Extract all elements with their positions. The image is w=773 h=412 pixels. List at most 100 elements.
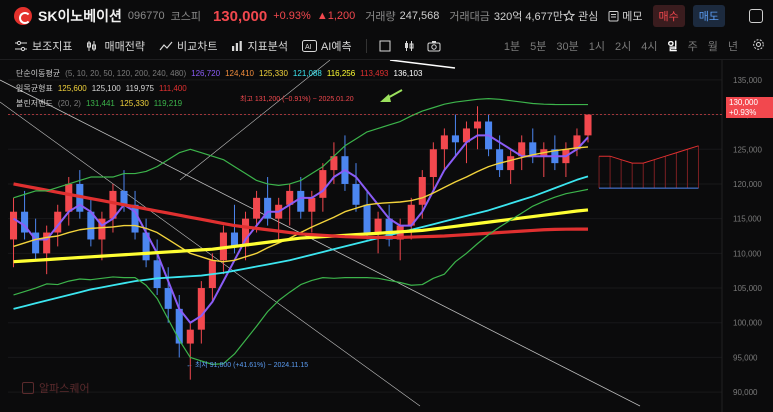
watermark: 알파스퀘어 bbox=[22, 380, 90, 396]
high-annotation: 최고 131,200 (−0.91%) − 2025.01.20 bbox=[240, 94, 354, 103]
y-tick-label: 100,000 bbox=[733, 319, 762, 328]
camera-icon bbox=[427, 40, 441, 51]
period-week[interactable]: 주 bbox=[688, 38, 698, 54]
legend-bollinger[interactable]: 볼린저밴드 (20, 2) 131,441 125,330 119,219 bbox=[16, 98, 192, 109]
legend-ma[interactable]: 단순이동평균 (5, 10, 20, 50, 120, 200, 240, 480… bbox=[16, 68, 432, 79]
arrow-head-icon bbox=[380, 94, 391, 102]
memo-label: 메모 bbox=[622, 11, 643, 23]
candle-body bbox=[308, 197, 316, 212]
ai-forecast-button[interactable]: AI AI예측 bbox=[301, 38, 352, 54]
legend-ma-value-6: 136,103 bbox=[393, 69, 423, 78]
legend-bollinger-label: 볼린저밴드 bbox=[16, 99, 53, 108]
turnover-value: 320억 4,677만 bbox=[493, 11, 564, 23]
chart-toolbar: 보조지표 매매전략 비교차트 지표분석 AI AI예측 1분 5분 30분 1시… bbox=[0, 32, 773, 60]
square-icon bbox=[379, 40, 391, 51]
y-tick-label: 90,000 bbox=[733, 388, 758, 397]
screenshot-button[interactable] bbox=[427, 40, 441, 52]
legend-ma-value-2: 125,330 bbox=[259, 69, 288, 78]
period-day[interactable]: 일 bbox=[668, 38, 678, 54]
current-price: 130,000 bbox=[212, 7, 268, 25]
compare-label: 비교차트 bbox=[176, 40, 218, 53]
legend-ma-params: (5, 10, 20, 50, 120, 200, 240, 480) bbox=[65, 69, 187, 78]
ma480-line bbox=[389, 59, 456, 69]
legend-ichimoku-value-2: 119,975 bbox=[125, 84, 154, 93]
legend-bollinger-value-2: 119,219 bbox=[153, 99, 183, 108]
ai-forecast-label: AI예측 bbox=[320, 40, 352, 53]
legend-ma-label: 단순이동평균 bbox=[16, 69, 61, 78]
stock-code: 096770 bbox=[127, 10, 165, 22]
trendline-lower-2 bbox=[0, 101, 421, 407]
last-price-tag: 130,000 +0.93% bbox=[726, 97, 773, 118]
memo-button[interactable]: 메모 bbox=[608, 8, 643, 24]
stock-name[interactable]: SK이노베이션 bbox=[38, 6, 122, 26]
candle-body bbox=[9, 211, 18, 240]
low-annotation: ← 최저 91,800 (+41.61%) − 2024.11.15 bbox=[186, 360, 308, 369]
candle-body bbox=[451, 135, 459, 143]
y-tick-label: 105,000 bbox=[733, 284, 762, 293]
period-1h[interactable]: 1시 bbox=[589, 38, 605, 54]
legend-ma-value-5: 113,493 bbox=[360, 69, 389, 78]
sidebar-toggle-icon[interactable] bbox=[749, 9, 763, 23]
legend-ichimoku-value-1: 125,100 bbox=[91, 84, 121, 93]
period-2h[interactable]: 2시 bbox=[615, 38, 631, 54]
star-icon bbox=[563, 10, 575, 22]
y-tick-label: 95,000 bbox=[733, 353, 758, 362]
candle-body bbox=[507, 156, 515, 171]
period-selector: 1분 5분 30분 1시 2시 4시 일 주 월 년 bbox=[494, 32, 765, 60]
chart-type-button[interactable] bbox=[379, 40, 391, 52]
strategy-button[interactable]: 매매전략 bbox=[86, 38, 145, 54]
buy-button[interactable]: 매수 bbox=[652, 5, 685, 27]
period-month[interactable]: 월 bbox=[708, 38, 718, 54]
legend-ichimoku-value-0: 125,600 bbox=[57, 84, 87, 93]
memo-icon bbox=[608, 11, 619, 22]
candlestick-icon bbox=[404, 40, 414, 51]
last-price-value: 130,000 bbox=[729, 98, 758, 107]
candle-body bbox=[197, 288, 205, 330]
indicators-label: 보조지표 bbox=[32, 40, 73, 53]
chart-settings-button[interactable] bbox=[752, 38, 765, 54]
analysis-button[interactable]: 지표분석 bbox=[231, 38, 288, 54]
legend-ichimoku[interactable]: 일목균형표 125,600 125,100 119,975 111,400 bbox=[16, 83, 197, 94]
watermark-text: 알파스퀘어 bbox=[39, 383, 90, 395]
legend-ma-value-0: 126,720 bbox=[191, 69, 221, 78]
gear-icon bbox=[753, 39, 764, 50]
change-percent: +0.93% bbox=[273, 10, 311, 22]
change-amount: ▲1,200 bbox=[316, 10, 356, 22]
strategy-icon bbox=[87, 40, 97, 51]
candle-body bbox=[374, 218, 382, 233]
candle-body bbox=[363, 204, 371, 233]
legend-ichimoku-value-3: 111,400 bbox=[158, 84, 187, 93]
candle-body bbox=[175, 308, 183, 344]
indicators-button[interactable]: 보조지표 bbox=[14, 38, 72, 54]
period-5m[interactable]: 5분 bbox=[530, 38, 546, 54]
period-1m[interactable]: 1분 bbox=[504, 38, 520, 54]
watermark-logo-icon bbox=[22, 382, 34, 394]
candle-body bbox=[352, 183, 360, 205]
watchlist-button[interactable]: 관심 bbox=[563, 8, 598, 24]
candle-body bbox=[429, 149, 437, 178]
chart-canvas[interactable]: 90,000 95,000 100,000 105,000 110,000 115,000… bbox=[0, 59, 773, 412]
period-4h[interactable]: 4시 bbox=[641, 38, 657, 54]
indicators-icon bbox=[15, 40, 27, 51]
market-name: 코스피 bbox=[170, 11, 201, 23]
y-tick-label: 125,000 bbox=[733, 145, 762, 154]
analysis-icon bbox=[232, 40, 243, 51]
ichimoku-span-a bbox=[599, 145, 699, 164]
legend-ichimoku-label: 일목균형표 bbox=[16, 84, 53, 93]
price-chart[interactable]: 90,000 95,000 100,000 105,000 110,000 115,000… bbox=[0, 59, 773, 412]
period-year[interactable]: 년 bbox=[728, 38, 738, 54]
period-30m[interactable]: 30분 bbox=[556, 38, 578, 54]
legend-bollinger-value-1: 125,330 bbox=[119, 99, 149, 108]
compare-button[interactable]: 비교차트 bbox=[159, 38, 217, 54]
candle-body bbox=[153, 260, 161, 289]
candle-style-button[interactable] bbox=[403, 40, 415, 52]
legend-ma-value-3: 121,088 bbox=[292, 69, 322, 78]
analysis-label: 지표분석 bbox=[247, 40, 288, 53]
y-tick-label: 120,000 bbox=[733, 180, 762, 189]
ai-icon: AI bbox=[301, 39, 317, 52]
candle-body bbox=[297, 190, 305, 212]
candle-body bbox=[473, 121, 482, 129]
legend-bollinger-value-0: 131,441 bbox=[85, 99, 115, 108]
sell-button[interactable]: 매도 bbox=[692, 5, 725, 27]
candle-body bbox=[186, 329, 194, 344]
